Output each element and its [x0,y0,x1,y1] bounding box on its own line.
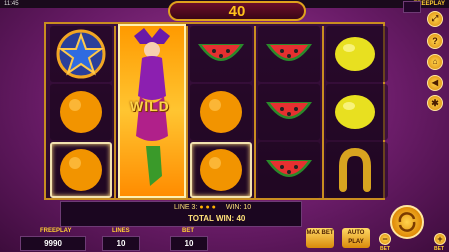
home-button[interactable]: ⌂ [427,54,443,70]
freeplay-balance: 9990 [20,236,86,251]
reel-area: WILD [44,22,388,200]
star-icon [56,29,106,79]
reel-5 [324,26,388,198]
gear-icon: ✱ [431,98,439,108]
wild-reel: WILD [118,24,186,198]
win-info-bar: LINE 3: ● ● ● WIN: 10 TOTAL WIN: 40 [60,201,302,227]
lines-label: LINES [112,228,130,234]
symbol-horseshoe [326,142,388,198]
lemon-icon [335,95,375,129]
symbol-orange-win [50,142,112,198]
bet-plus-button[interactable]: + [434,233,446,245]
language-flag[interactable] [403,1,421,13]
help-button[interactable]: ? [427,33,443,49]
symbol-orange-win [190,142,252,198]
line-label: LINE 3: [174,204,198,211]
wild-label: WILD [130,98,170,114]
bet-minus-button[interactable]: − [379,233,391,245]
bet-label: BET [182,228,194,234]
auto-play-button[interactable]: AUTO PLAY [342,228,370,248]
symbol-star [50,26,112,82]
reel-1 [48,26,112,198]
spin-arrows-icon [398,212,416,232]
orange-icon [200,91,242,133]
minus-icon: − [382,234,388,244]
symbol-watermelon [190,26,252,82]
total-win: TOTAL WIN: 40 [188,214,246,223]
symbol-watermelon [258,142,320,198]
reel-3 [188,26,252,198]
max-bet-button[interactable]: MAX BET [306,228,334,248]
coins-icon: ● ● ● [199,204,216,211]
symbol-watermelon [258,26,320,82]
watermelon-icon [266,44,312,61]
symbol-orange [50,84,112,140]
orange-icon [200,149,242,191]
symbol-lemon [326,84,388,140]
line-win-value: WIN: 10 [225,204,252,211]
orange-icon [60,91,102,133]
orange-icon [60,149,102,191]
lemon-icon [335,37,375,71]
watermelon-icon [266,102,312,119]
spin-button[interactable] [390,205,424,239]
reel-divider [114,26,116,198]
bet-plus-label: BET [434,246,444,252]
sound-button[interactable]: ◀ [427,75,443,91]
freeplay-label: FREEPLAY [40,228,72,234]
home-icon: ⌂ [432,57,438,66]
horseshoe-icon [339,147,371,192]
win-banner: 40 [168,1,306,21]
symbol-watermelon [258,84,320,140]
symbol-orange [190,84,252,140]
help-icon: ? [432,36,438,46]
settings-button[interactable]: ✱ [427,95,443,111]
reel-4 [256,26,320,198]
symbol-lemon [326,26,388,82]
bet-minus-label: BET [380,246,390,252]
plus-icon: + [437,234,443,244]
lines-value: 10 [102,236,140,251]
watermelon-icon [198,44,244,61]
fullscreen-button[interactable]: ⤢ [427,11,443,27]
watermelon-icon [266,160,312,177]
clock: 11:45 [4,1,19,7]
bet-value: 10 [170,236,208,251]
line-win-text: LINE 3: ● ● ● WIN: 10 [174,204,251,211]
speaker-icon: ◀ [431,78,439,87]
fullscreen-icon: ⤢ [431,14,439,23]
